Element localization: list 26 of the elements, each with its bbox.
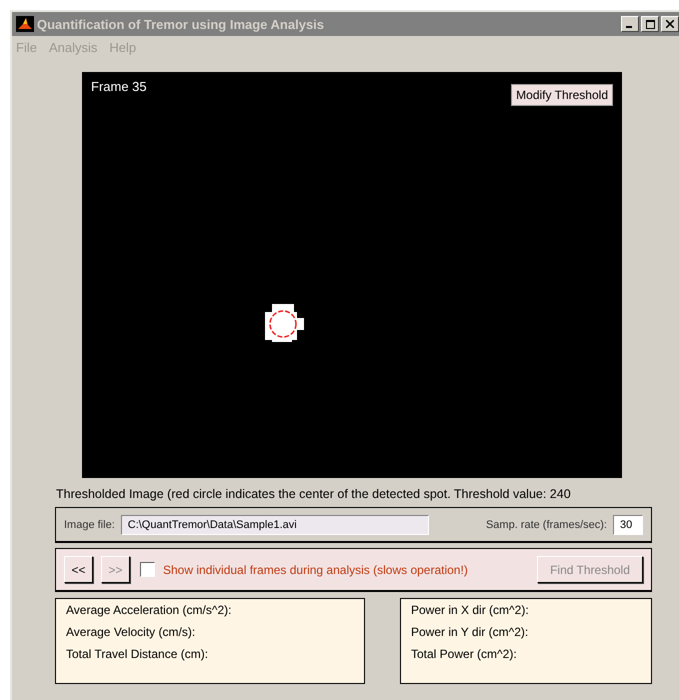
sample-rate-field[interactable]: 30 xyxy=(613,514,643,534)
menu-item[interactable]: File xyxy=(16,40,37,60)
app-icon xyxy=(16,16,34,32)
minimize-button[interactable] xyxy=(621,16,639,32)
result-label: Average Velocity (cm/s): xyxy=(66,625,196,639)
menu-item[interactable]: Analysis xyxy=(48,40,98,60)
sample-rate-label: Samp. rate (frames/sec): xyxy=(486,518,607,530)
close-button[interactable] xyxy=(661,16,679,32)
menu-item[interactable]: Help xyxy=(109,40,136,60)
checkbox-label: Show individual frames during analysis (slows operation!) xyxy=(163,562,468,576)
image-file-field[interactable]: C:\QuantTremor\Data\Sample1.avi xyxy=(120,514,429,534)
maximize-icon xyxy=(646,20,654,28)
window-title: Quantification of Tremor using Image Analysis xyxy=(37,16,326,32)
image-file-label: Image file: xyxy=(64,518,115,530)
result-label: Power in X dir (cm^2): xyxy=(411,603,530,617)
close-icon xyxy=(666,20,674,28)
frame-label: Frame 35 xyxy=(91,79,147,94)
previous-button[interactable]: << xyxy=(64,556,93,583)
modify-threshold-button[interactable]: Modify Threshold xyxy=(511,84,613,106)
result-label: Total Travel Distance (cm): xyxy=(66,647,210,661)
image-caption: Thresholded Image (red circle indicates the center of the detected spot. Threshold value: 240 xyxy=(56,487,572,501)
result-label: Total Power (cm^2): xyxy=(411,647,518,661)
maximize-button[interactable] xyxy=(641,16,659,32)
result-label: Average Acceleration (cm/s^2): xyxy=(66,603,232,617)
checkbox[interactable] xyxy=(140,562,155,577)
result-label: Power in Y dir (cm^2): xyxy=(411,625,530,639)
